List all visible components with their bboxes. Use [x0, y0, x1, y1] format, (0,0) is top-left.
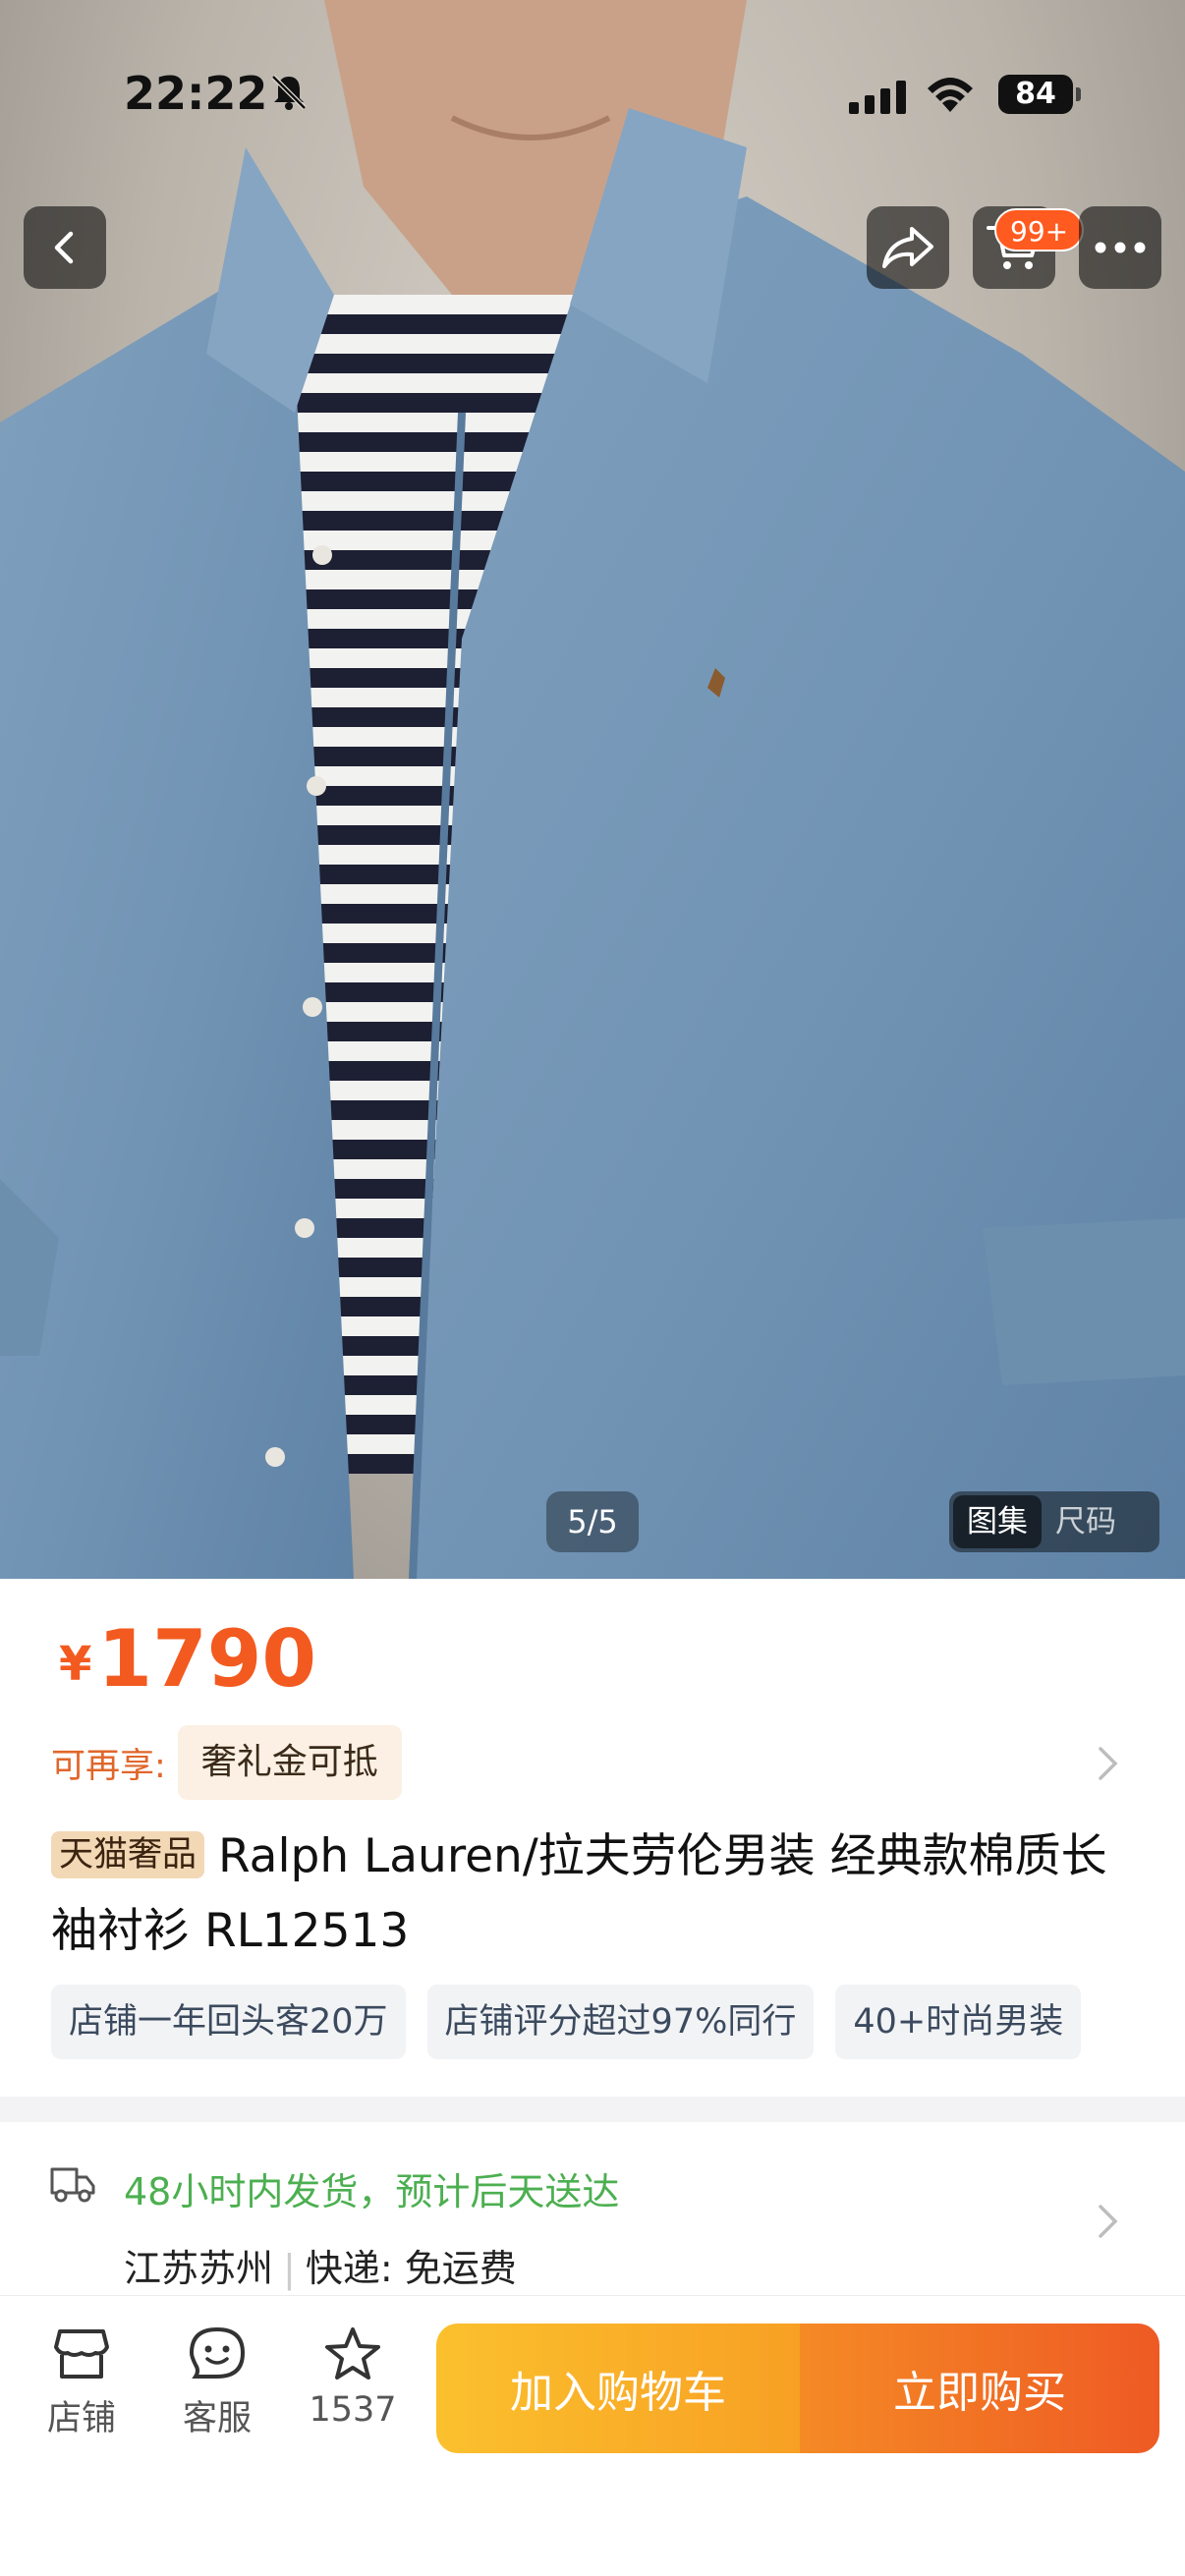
customer-service-tab[interactable]: 客服 [163, 2325, 271, 2440]
feature-tag[interactable]: 40+时尚男装 [835, 1985, 1082, 2059]
share-button[interactable] [867, 206, 949, 289]
share-icon [882, 227, 933, 268]
shipping-details: 江苏苏州 | 快递: 免运费 [124, 2238, 517, 2292]
chat-smile-icon [189, 2326, 246, 2379]
gallery-tabs: 图集 尺码 [949, 1491, 1159, 1552]
favorites-count: 1537 [309, 2390, 397, 2430]
bell-muted-icon [271, 75, 307, 110]
product-title: 天猫奢品 Ralph Lauren/拉夫劳伦男装 经典款棉质长袖衬衫 RL1251… [51, 1818, 1142, 1969]
back-button[interactable] [24, 206, 106, 289]
more-dots-icon [1095, 242, 1146, 253]
section-divider [0, 2097, 1185, 2122]
chevron-left-icon [54, 231, 74, 264]
shipping-promise: 48小时内发货，预计后天送达 [124, 2170, 620, 2213]
cellular-signal-icon [849, 81, 906, 114]
delivery-truck-icon [50, 2167, 95, 2203]
buy-now-button[interactable]: 立即购买 [800, 2324, 1159, 2453]
tab-size-chart[interactable]: 尺码 [1042, 1495, 1130, 1548]
benefit-row[interactable]: 可再享: 奢礼金可抵 [51, 1725, 1132, 1800]
battery-tip [1076, 87, 1081, 101]
feature-tag[interactable]: 店铺评分超过97%同行 [426, 1985, 815, 2059]
favorite-tab[interactable]: 1537 [299, 2325, 407, 2430]
service-label: 客服 [182, 2399, 252, 2438]
cart-count-badge: 99+ [994, 208, 1085, 252]
store-tab[interactable]: 店铺 [28, 2325, 136, 2440]
feature-tags[interactable]: 店铺一年回头客20万 店铺评分超过97%同行 40+时尚男装 [51, 1985, 1185, 2059]
add-to-cart-button[interactable]: 加入购物车 [436, 2324, 800, 2453]
price-value: 1790 [97, 1613, 317, 1705]
star-icon [325, 2327, 380, 2380]
status-time: 22:22 [124, 67, 268, 120]
tmall-luxury-tag: 天猫奢品 [51, 1831, 205, 1878]
battery-indicator: 84 [998, 75, 1073, 114]
courier-label: 快递: [305, 2247, 393, 2290]
chevron-right-icon[interactable] [1097, 1745, 1120, 1782]
currency-symbol: ¥ [59, 1637, 92, 1692]
benefit-pill: 奢礼金可抵 [177, 1725, 402, 1800]
tab-gallery[interactable]: 图集 [953, 1495, 1042, 1548]
price: ¥1790 [59, 1613, 316, 1705]
image-counter: 5/5 [546, 1491, 639, 1552]
store-label: 店铺 [46, 2399, 116, 2438]
store-icon [54, 2329, 109, 2379]
chevron-right-icon[interactable] [1097, 2203, 1120, 2240]
status-bar: 22:22 84 [0, 0, 1185, 196]
product-title-text: Ralph Lauren/拉夫劳伦男装 经典款棉质长袖衬衫 RL12513 [51, 1829, 1107, 1958]
courier-fee: 免运费 [404, 2247, 517, 2290]
feature-tag[interactable]: 店铺一年回头客20万 [51, 1985, 406, 2059]
separator: | [283, 2247, 296, 2290]
wifi-icon [928, 78, 973, 112]
more-button[interactable] [1079, 206, 1161, 289]
ship-origin: 江苏苏州 [124, 2247, 274, 2290]
benefit-label: 可再享: [51, 1746, 166, 1786]
bottom-action-bar: 店铺 客服 1537 加入购物车 立即购买 [0, 2295, 1185, 2576]
